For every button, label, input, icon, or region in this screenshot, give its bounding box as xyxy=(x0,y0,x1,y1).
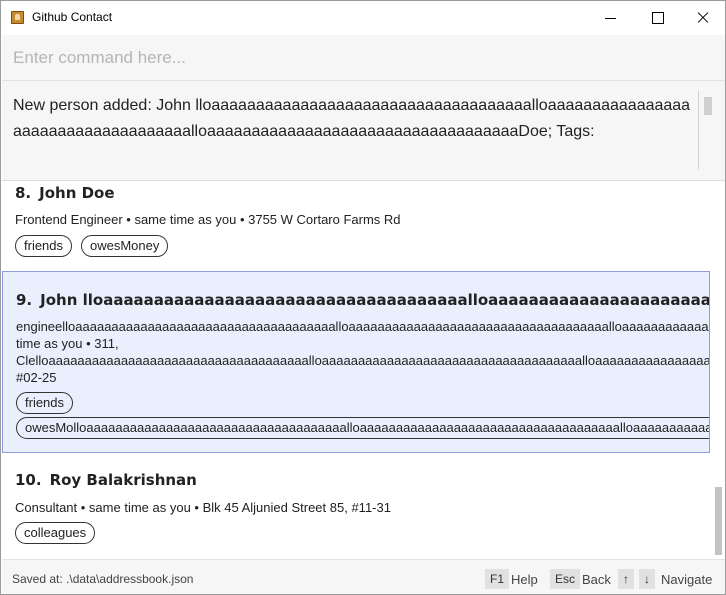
person-name-text: Roy Balakrishnan xyxy=(49,471,197,489)
person-info: engineelloaaaaaaaaaaaaaaaaaaaaaaaaaaaaaa… xyxy=(16,318,709,386)
down-arrow-key: ↓ xyxy=(639,569,655,589)
person-info-line: #02-25 xyxy=(16,370,57,385)
title-bar[interactable]: Github Contact xyxy=(1,1,725,34)
list-scrollbar[interactable] xyxy=(711,181,725,559)
tag-friends: friends xyxy=(16,392,74,414)
person-index: 8. xyxy=(15,184,32,202)
maximize-button[interactable] xyxy=(634,1,680,34)
person-card[interactable]: 10. Roy Balakrishnan Consultant • same ti… xyxy=(2,455,710,555)
tag-colleagues: colleagues xyxy=(15,522,96,544)
person-name-text: John Doe xyxy=(39,184,115,202)
tag-friends: friends xyxy=(15,235,73,257)
save-location: Saved at: .\data\addressbook.json xyxy=(12,572,194,586)
help-hint: Help xyxy=(511,572,538,587)
person-info-line: time as you • 311, xyxy=(16,336,119,351)
person-index: 10. xyxy=(15,471,42,489)
person-name: 10. Roy Balakrishnan xyxy=(15,471,197,489)
person-name: 8. John Doe xyxy=(15,184,115,202)
esc-key: Esc xyxy=(550,569,581,589)
f1-key: F1 xyxy=(485,569,510,589)
result-scrollbar-thumb[interactable] xyxy=(704,97,712,115)
address-book-icon xyxy=(11,11,24,24)
person-info: Consultant • same time as you • Blk 45 A… xyxy=(15,500,391,515)
person-info: Frontend Engineer • same time as you • 3… xyxy=(15,212,401,227)
up-arrow-key: ↑ xyxy=(618,569,634,589)
status-bar: Saved at: .\data\addressbook.json F1 Hel… xyxy=(2,559,725,594)
result-display: New person added: John lloaaaaaaaaaaaaaa… xyxy=(2,81,725,181)
list-scrollbar-thumb[interactable] xyxy=(715,487,722,555)
person-card[interactable]: 8. John Doe Frontend Engineer • same time… xyxy=(2,181,710,269)
result-text: New person added: John lloaaaaaaaaaaaaaa… xyxy=(13,97,691,140)
person-card-selected[interactable]: 9. John lloaaaaaaaaaaaaaaaaaaaaaaaaaaaaaa… xyxy=(2,271,710,453)
app-window: Github Contact New person added: John ll… xyxy=(0,0,726,595)
command-box xyxy=(2,35,725,81)
person-name: 9. John lloaaaaaaaaaaaaaaaaaaaaaaaaaaaaaa… xyxy=(16,291,710,309)
person-info-line: engineelloaaaaaaaaaaaaaaaaaaaaaaaaaaaaaa… xyxy=(16,319,709,334)
back-hint: Back xyxy=(582,572,611,587)
navigate-hint: Navigate xyxy=(661,572,713,587)
window-title: Github Contact xyxy=(32,10,113,24)
person-name-text: John lloaaaaaaaaaaaaaaaaaaaaaaaaaaaaaaaa… xyxy=(40,291,710,309)
person-index: 9. xyxy=(16,291,33,309)
tag-owes-money: owesMoney xyxy=(81,235,169,257)
close-button[interactable] xyxy=(680,1,725,34)
command-input[interactable] xyxy=(2,35,725,81)
minimize-button[interactable] xyxy=(588,1,634,34)
person-info-line: Clelloaaaaaaaaaaaaaaaaaaaaaaaaaaaaaaaaaa… xyxy=(16,353,709,368)
tag-owes-money-long: owesMolloaaaaaaaaaaaaaaaaaaaaaaaaaaaaaaa… xyxy=(16,417,709,439)
person-list: 8. John Doe Frontend Engineer • same time… xyxy=(2,181,725,559)
result-scrollbar[interactable] xyxy=(698,91,712,169)
